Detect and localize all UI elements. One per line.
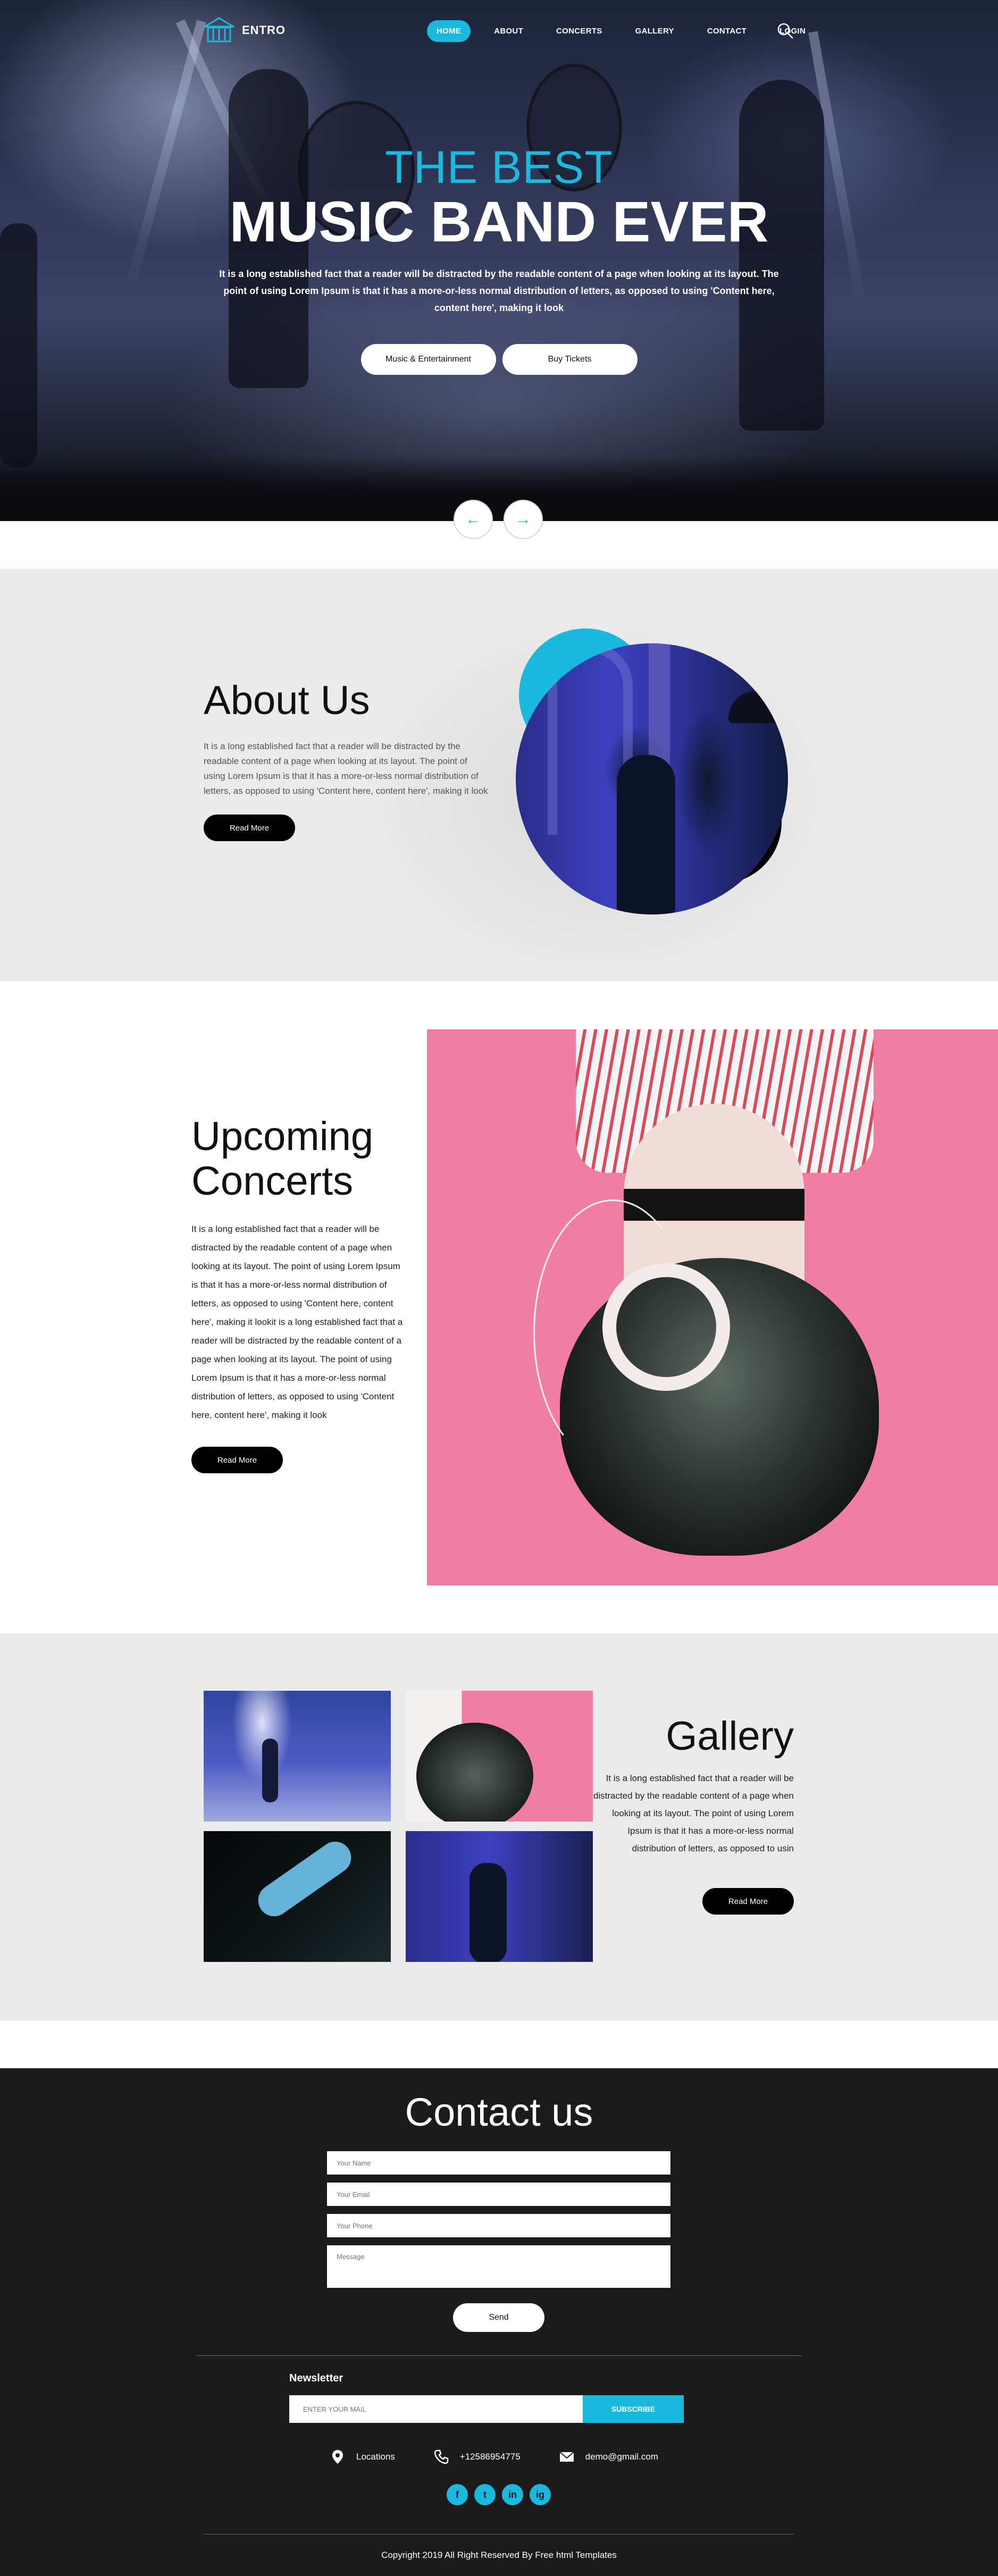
gallery-image[interactable]	[204, 1691, 391, 1822]
music-building-icon	[204, 17, 234, 43]
nav-gallery[interactable]: GALLERY	[626, 20, 684, 42]
send-button[interactable]: Send	[453, 2303, 544, 2332]
hero-buttons: Music & Entertainment Buy Tickets	[0, 344, 998, 375]
divider	[204, 2534, 794, 2535]
music-entertainment-button[interactable]: Music & Entertainment	[360, 344, 496, 375]
facebook-icon[interactable]: f	[447, 2484, 468, 2505]
nav-concerts[interactable]: CONCERTS	[547, 20, 612, 42]
location-pin-icon	[332, 2450, 343, 2464]
hero-content: THE BEST MUSIC BAND EVER It is a long es…	[0, 145, 998, 375]
phone-icon	[434, 2449, 449, 2464]
main-menu: HOME ABOUT CONCERTS GALLERY CONTACT LOGI…	[427, 20, 815, 42]
gallery-grid	[204, 1691, 593, 1962]
concerts-title-line2: Concerts	[191, 1159, 354, 1204]
contact-section: Contact us Send Newsletter SUBSCRIBE Loc…	[0, 2068, 998, 2576]
nav-home[interactable]: HOME	[427, 20, 471, 42]
newsletter-row: SUBSCRIBE	[289, 2395, 684, 2423]
email-text: demo@gmail.com	[585, 2452, 658, 2462]
message-field[interactable]	[327, 2245, 670, 2288]
name-field[interactable]	[327, 2151, 670, 2175]
headphones	[602, 1263, 730, 1391]
newsletter: Newsletter SUBSCRIBE	[289, 2372, 684, 2423]
hero-section: ENTRO HOME ABOUT CONCERTS GALLERY CONTAC…	[0, 0, 998, 521]
about-section: About Us It is a long established fact t…	[0, 569, 998, 981]
nav-contact[interactable]: CONTACT	[698, 20, 756, 42]
about-body: It is a long established fact that a rea…	[204, 741, 488, 796]
phone-field[interactable]	[327, 2214, 670, 2237]
contact-form: Send	[327, 2151, 670, 2332]
buy-tickets-button[interactable]: Buy Tickets	[502, 344, 638, 375]
phone-item[interactable]: +12586954775	[433, 2449, 521, 2465]
social-links: f t in ig	[447, 2484, 551, 2505]
subscribe-button[interactable]: SUBSCRIBE	[583, 2395, 684, 2423]
gallery-read-more-button[interactable]: Read More	[702, 1888, 794, 1915]
email-field[interactable]	[327, 2183, 670, 2206]
nav-about[interactable]: ABOUT	[484, 20, 533, 42]
contact-info: Locations +12586954775 demo@gmail.com	[330, 2449, 658, 2465]
instagram-icon[interactable]: ig	[530, 2484, 551, 2505]
headphones-photo	[427, 1029, 998, 1585]
linkedin-icon[interactable]: in	[502, 2484, 523, 2505]
concerts-body: It is a long established fact that a rea…	[191, 1224, 403, 1420]
concerts-title: Upcoming Concerts	[191, 1114, 404, 1204]
brand-logo[interactable]: ENTRO	[204, 17, 286, 44]
twitter-icon[interactable]: t	[474, 2484, 496, 2505]
about-image	[516, 628, 792, 926]
band-photo	[516, 643, 788, 914]
gallery-image[interactable]	[406, 1831, 593, 1962]
singer-silhouette	[617, 755, 675, 914]
phone-text: +12586954775	[459, 2452, 521, 2462]
email-item[interactable]: demo@gmail.com	[559, 2449, 658, 2465]
concerts-section: Upcoming Concerts It is a long establish…	[0, 981, 998, 1633]
hat	[728, 691, 788, 723]
hero-headline: MUSIC BAND EVER	[229, 189, 769, 254]
about-title: About Us	[204, 678, 370, 723]
copyright-text: Copyright 2019 All Right Reserved By Fre…	[381, 2550, 617, 2560]
contact-title: Contact us	[405, 2090, 593, 2134]
gallery-body: It is a long established fact that a rea…	[593, 1773, 794, 1853]
hero-lead: It is a long established fact that a rea…	[219, 268, 779, 314]
gallery-section: Gallery It is a long established fact th…	[0, 1633, 998, 2020]
top-navigation: ENTRO HOME ABOUT CONCERTS GALLERY CONTAC…	[0, 0, 998, 64]
hero-kicker: THE BEST	[385, 142, 613, 193]
brand-name: ENTRO	[242, 23, 286, 37]
about-content: About Us It is a long established fact t…	[204, 681, 491, 841]
concerts-read-more-button[interactable]: Read More	[191, 1447, 283, 1473]
divider	[197, 2355, 802, 2356]
newsletter-email-input[interactable]	[289, 2395, 583, 2423]
gallery-title: Gallery	[666, 1714, 794, 1759]
location-text: Locations	[356, 2452, 395, 2462]
gallery-image[interactable]	[406, 1691, 593, 1822]
newsletter-label: Newsletter	[289, 2372, 343, 2384]
about-read-more-button[interactable]: Read More	[204, 815, 295, 841]
arrow-right-icon[interactable]: →	[504, 500, 543, 539]
mail-icon	[559, 2452, 574, 2462]
gallery-content: Gallery It is a long established fact th…	[586, 1716, 794, 1915]
gallery-image[interactable]	[204, 1831, 391, 1962]
location-item[interactable]: Locations	[330, 2449, 395, 2465]
concerts-content: Upcoming Concerts It is a long establish…	[191, 1114, 404, 1473]
arrow-left-icon[interactable]: ←	[454, 500, 493, 539]
concerts-title-line1: Upcoming	[191, 1114, 374, 1159]
slider-controls: ← →	[454, 500, 543, 539]
search-icon[interactable]	[777, 22, 794, 39]
